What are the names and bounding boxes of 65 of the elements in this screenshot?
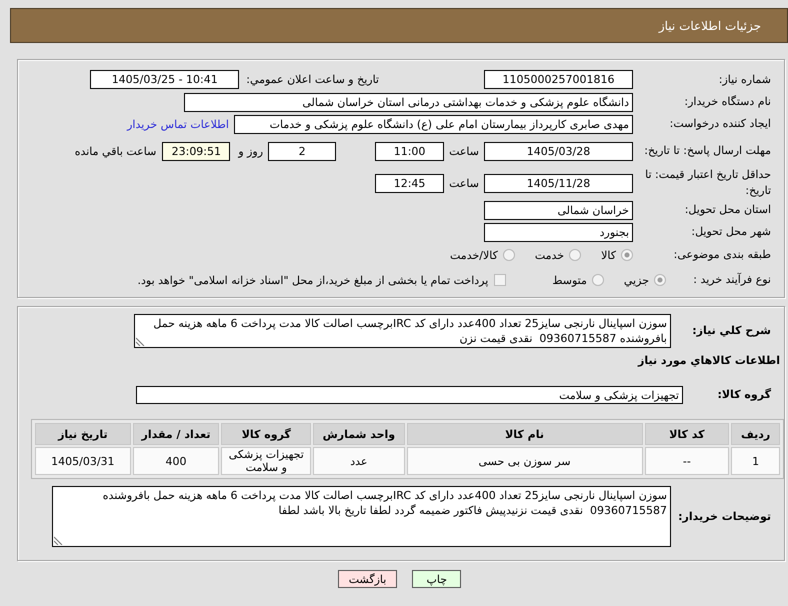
requester-field[interactable]: مهدی صابری کارپرداز بیمارستان امام علی (ع) دانشگاه علوم پزشکی و خدمات: [234, 114, 633, 134]
radio-button[interactable]: [592, 274, 604, 286]
checkbox[interactable]: [494, 274, 506, 286]
resize-grip-icon[interactable]: [136, 337, 145, 346]
back-button[interactable]: بازگشت: [338, 570, 398, 588]
table-cell: 400: [132, 447, 220, 475]
column-header: واحد شمارش: [313, 423, 405, 445]
description-field[interactable]: سوزن اسپاینال نارنجی سایز25 تعداد 400عدد دارای کد IRCبرچسب اصالت کالا مدت پرداخت 6 ماهه هزینه حمل بافروشنده 09360715587 نقدی قیمت نزن: [134, 314, 671, 348]
column-header: تاریخ نیاز: [35, 423, 131, 445]
table-cell: --: [644, 447, 730, 475]
radio-label: متوسط: [552, 274, 587, 286]
field-label: شهر محل تحویل:: [690, 224, 772, 240]
field-label: ایجاد کننده درخواست:: [668, 116, 772, 132]
table-cell: سر سوزن بی حسی: [406, 447, 643, 475]
remaining-label: ساعت باقي مانده: [74, 144, 156, 158]
deadline-date-field[interactable]: 1405/03/28: [484, 142, 633, 160]
validity-date-field[interactable]: 1405/11/28: [484, 174, 633, 192]
radio-button[interactable]: [502, 249, 515, 261]
section-title: اطلاعات کالاهاي مورد نیاز: [636, 354, 781, 369]
radio-label: کالا: [601, 248, 616, 262]
print-button[interactable]: چاپ: [412, 570, 462, 588]
deadline-time-field[interactable]: 11:00: [375, 142, 444, 160]
radio-button[interactable]: [654, 274, 666, 286]
checkbox-label: پرداخت تمام یا بخشی از مبلغ خرید،از محل "اسناد خزانه اسلامی" خواهد بود.: [138, 274, 488, 286]
buyer-contact-link[interactable]: اطلاعات تماس خریدار: [127, 118, 229, 130]
field-label: حداقل تاریخ اعتبار قیمت: تا تاریخ:: [644, 167, 772, 199]
need-number-field[interactable]: 1105000257001816: [484, 70, 633, 89]
radio-button[interactable]: [621, 249, 633, 261]
city-field[interactable]: بجنورد: [484, 222, 633, 242]
table-cell: تجهیزات پزشکی و سلامت: [221, 447, 312, 475]
table-cell: عدد: [313, 447, 405, 475]
page-title: جزئیات اطلاعات نیاز: [658, 18, 761, 32]
field-label: شماره نیاز:: [718, 72, 772, 88]
table-cell: 1405/03/31: [35, 447, 131, 475]
field-label: مهلت ارسال پاسخ: تا تاریخ:: [643, 143, 772, 159]
announce-date-field[interactable]: 1405/03/25 - 10:41: [90, 70, 240, 89]
field-label: توضیحات خریدار:: [677, 508, 772, 524]
buyer-org-field[interactable]: دانشگاه علوم پزشکی و خدمات بهداشتی درمانی استان خراسان شمالی: [184, 92, 633, 112]
province-field[interactable]: خراسان شمالی: [484, 200, 633, 220]
days-field[interactable]: 2: [268, 142, 336, 160]
column-header: نام کالا: [406, 423, 643, 445]
remaining-time-field[interactable]: 23:09:51: [162, 142, 230, 160]
field-label: نام دستگاه خریدار:: [683, 94, 772, 110]
column-header: کد کالا: [644, 423, 730, 445]
column-header: ردیف: [731, 423, 780, 445]
time-label: ساعت: [449, 144, 479, 158]
buyer-notes-field[interactable]: سوزن اسپاینال نارنجی سایز25 تعداد 400عدد دارای کد IRCبرچسب اصالت کالا مدت پرداخت 6 ماهه هزینه حمل بافروشنده 09360715587 نقدی قیمت نزنیدپیش فاکتور ضمیمه گردد لطفا تاریخ بالا باشد لطفا: [52, 486, 671, 547]
column-header: تعداد / مقدار: [132, 423, 220, 445]
days-label: روز و: [238, 144, 264, 158]
validity-time-field[interactable]: 12:45: [375, 174, 444, 192]
field-label: نوع فرآیند خرید :: [692, 272, 772, 288]
table-cell: 1: [731, 447, 780, 475]
field-label: شرح کلي نیاز:: [691, 323, 772, 339]
radio-label: کالا/خدمت: [450, 248, 498, 262]
field-label: طبقه بندی موضوعی:: [672, 247, 772, 263]
field-label: تاریخ و ساعت اعلان عمومي:: [246, 73, 379, 86]
column-header: گروه کالا: [221, 423, 312, 445]
goods-group-field[interactable]: تجهیزات پزشکی و سلامت: [136, 386, 683, 404]
field-label: گروه کالا:: [716, 387, 772, 403]
time-label: ساعت: [449, 176, 479, 190]
radio-button[interactable]: [569, 249, 582, 261]
radio-label: جزیي: [624, 274, 649, 286]
field-label: استان محل تحویل:: [684, 202, 772, 218]
resize-grip-icon[interactable]: [54, 536, 63, 545]
radio-label: خدمت: [534, 248, 564, 262]
